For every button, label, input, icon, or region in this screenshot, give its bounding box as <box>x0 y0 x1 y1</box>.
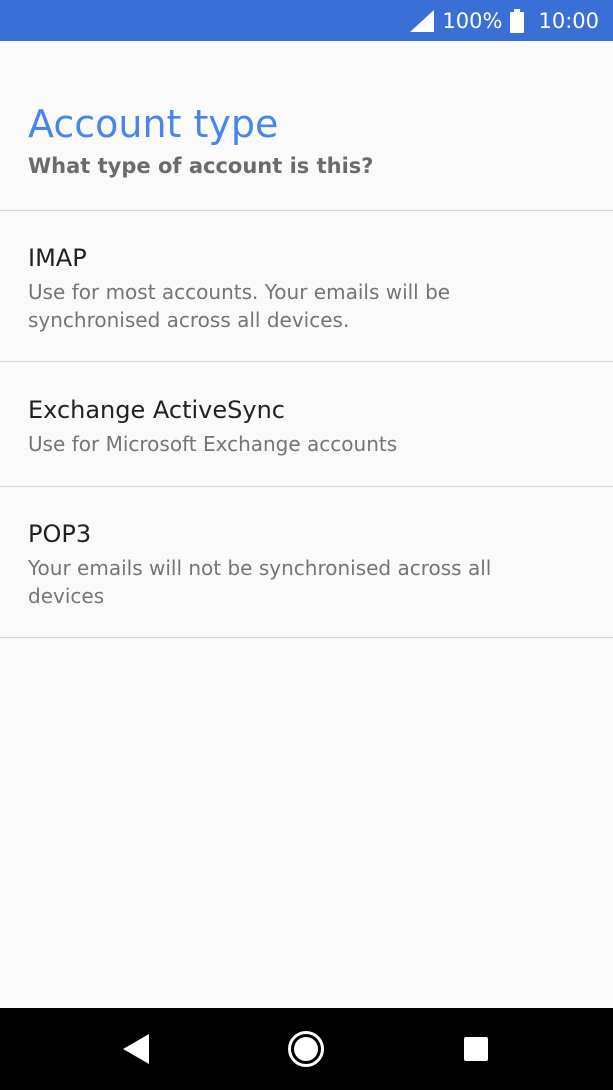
divider <box>0 637 613 638</box>
navigation-bar <box>0 1008 613 1090</box>
battery-percent: 100% <box>442 8 503 33</box>
clock: 10:00 <box>538 8 599 33</box>
status-bar: 100% 10:00 <box>0 0 613 41</box>
divider <box>0 361 613 362</box>
home-icon <box>287 1030 325 1068</box>
option-title: Exchange ActiveSync <box>28 396 285 424</box>
recents-button[interactable] <box>452 1025 500 1073</box>
recents-icon <box>463 1036 489 1062</box>
option-description: Use for Microsoft Exchange accounts <box>28 432 398 456</box>
back-button[interactable] <box>112 1025 160 1073</box>
status-icons: 100% 10:00 <box>410 0 599 41</box>
option-title: IMAP <box>28 244 87 272</box>
page-subtitle: What type of account is this? <box>28 154 374 178</box>
option-exchange-activesync[interactable]: Exchange ActiveSync Use for Microsoft Ex… <box>0 394 613 458</box>
option-imap[interactable]: IMAP Use for most accounts. Your emails … <box>0 242 613 334</box>
page-header: Account type What type of account is thi… <box>28 100 373 178</box>
home-button[interactable] <box>282 1025 330 1073</box>
option-pop3[interactable]: POP3 Your emails will not be synchronise… <box>0 518 613 610</box>
option-description: Your emails will not be synchronised acr… <box>28 556 492 608</box>
battery-icon <box>510 8 525 33</box>
page-title: Account type <box>28 102 279 146</box>
option-description: Use for most accounts. Your emails will … <box>28 280 451 332</box>
signal-icon <box>410 9 435 32</box>
divider <box>0 210 613 211</box>
divider <box>0 486 613 487</box>
option-title: POP3 <box>28 520 92 548</box>
back-icon <box>121 1033 151 1065</box>
